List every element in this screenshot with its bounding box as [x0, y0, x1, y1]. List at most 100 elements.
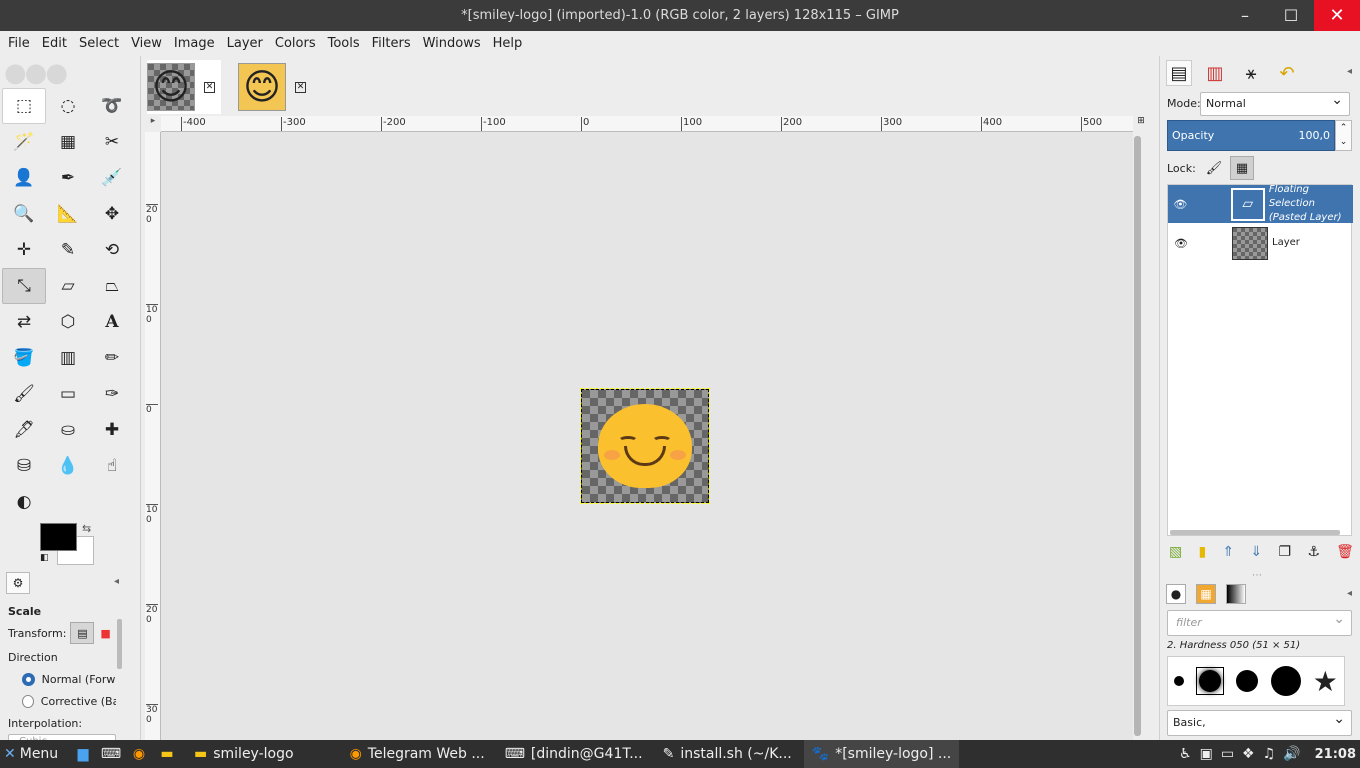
- task-terminal[interactable]: ⌨ [dindin@G41T...: [497, 740, 651, 768]
- layers-tab-icon[interactable]: ▤: [1166, 60, 1192, 86]
- tool-options-scrollbar[interactable]: [117, 619, 122, 669]
- start-menu-button[interactable]: ✕ Menu: [0, 746, 70, 762]
- clock[interactable]: 21:08: [1315, 747, 1356, 762]
- move-icon[interactable]: ✥: [90, 196, 134, 232]
- volume-icon[interactable]: 🔊: [1283, 746, 1300, 762]
- menu-filters[interactable]: Filters: [366, 36, 417, 51]
- transform-selection-icon[interactable]: ■: [100, 627, 110, 640]
- vertical-scrollbar[interactable]: [1134, 136, 1141, 736]
- tab-close-icon[interactable]: ✕: [204, 81, 215, 93]
- menu-layer[interactable]: Layer: [221, 36, 269, 51]
- dropbox-icon[interactable]: ❖: [1242, 746, 1255, 762]
- tab-close-icon[interactable]: ✕: [295, 81, 306, 93]
- visibility-eye-icon[interactable]: 👁: [1170, 237, 1192, 250]
- image-layer[interactable]: [580, 388, 710, 504]
- eraser-icon[interactable]: ▭: [46, 376, 90, 412]
- swap-colors-icon[interactable]: ⇆: [82, 522, 91, 535]
- maximize-button[interactable]: ☐: [1268, 0, 1314, 31]
- blur-icon[interactable]: 💧: [46, 448, 90, 484]
- ellipse-select-icon[interactable]: ◌: [46, 88, 90, 124]
- perspective-clone-icon[interactable]: ⛁: [2, 448, 46, 484]
- opacity-spinner[interactable]: ⌃ ⌄: [1335, 120, 1352, 151]
- anchor-layer-icon[interactable]: ⚓: [1307, 544, 1320, 560]
- vertical-ruler[interactable]: 200 100 0 100 200 300: [145, 132, 161, 740]
- brush-item[interactable]: [1236, 670, 1259, 692]
- terminal-launcher-icon[interactable]: ⌨: [98, 744, 124, 764]
- navigate-icon[interactable]: ⊞: [1133, 116, 1149, 132]
- menu-help[interactable]: Help: [487, 36, 529, 51]
- mode-select[interactable]: Normal: [1200, 89, 1350, 116]
- display-icon[interactable]: ▭: [1221, 746, 1234, 762]
- horizontal-ruler[interactable]: -400 -300 -200 -100 0 100 200 300 400 50…: [161, 116, 1133, 132]
- alignment-icon[interactable]: ✛: [2, 232, 46, 268]
- visibility-eye-icon[interactable]: 👁: [1170, 198, 1191, 211]
- canvas[interactable]: [161, 132, 1133, 740]
- free-select-icon[interactable]: ➰: [90, 88, 134, 124]
- layer-item-layer[interactable]: 👁 Layer: [1168, 224, 1353, 262]
- close-button[interactable]: ✕: [1314, 0, 1360, 31]
- patterns-tab-icon[interactable]: ▦: [1196, 584, 1216, 604]
- select-by-color-icon[interactable]: ▦: [46, 124, 90, 160]
- minimize-button[interactable]: –: [1222, 0, 1268, 31]
- crop-icon[interactable]: ✎: [46, 232, 90, 268]
- brush-filter-input[interactable]: filter: [1167, 607, 1352, 636]
- paths-icon[interactable]: ✒: [46, 160, 90, 196]
- lower-layer-icon[interactable]: ⇓: [1250, 544, 1262, 560]
- measure-icon[interactable]: 📐: [46, 196, 90, 232]
- lock-alpha-icon[interactable]: ▦: [1230, 156, 1254, 180]
- show-desktop-icon[interactable]: ▆: [70, 744, 96, 764]
- foreground-select-icon[interactable]: 👤: [2, 160, 46, 196]
- image-tab-active[interactable]: 😊 ✕: [147, 60, 221, 114]
- rect-select-icon[interactable]: ⬚: [2, 88, 46, 124]
- bucket-fill-icon[interactable]: 🪣: [2, 340, 46, 376]
- tool-options-tab-icon[interactable]: ⚙: [6, 572, 30, 594]
- panel-menu-icon[interactable]: ◂: [114, 576, 119, 587]
- smudge-icon[interactable]: ☝: [90, 448, 134, 484]
- image-tab[interactable]: 😊 ✕: [238, 60, 306, 114]
- delete-layer-icon[interactable]: 🗑: [1336, 544, 1354, 560]
- perspective-icon[interactable]: ⏢: [90, 268, 134, 304]
- color-picker-icon[interactable]: 💉: [90, 160, 134, 196]
- layers-hscrollbar[interactable]: [1170, 530, 1340, 535]
- dock-menu-icon[interactable]: ◂: [1347, 66, 1352, 77]
- gradient-icon[interactable]: ▥: [46, 340, 90, 376]
- new-layer-icon[interactable]: ▧: [1169, 544, 1182, 560]
- network-icon[interactable]: ▣: [1200, 746, 1213, 762]
- quick-mask-icon[interactable]: ▸: [145, 116, 161, 132]
- brush-item[interactable]: [1270, 666, 1301, 696]
- lock-pixels-icon[interactable]: 🖌: [1202, 156, 1226, 180]
- gradients-tab-icon[interactable]: [1226, 584, 1246, 604]
- zoom-icon[interactable]: 🔍: [2, 196, 46, 232]
- task-gimp[interactable]: 🐾 *[smiley-logo] ...: [803, 740, 960, 768]
- ink-icon[interactable]: 🖋: [2, 412, 46, 448]
- undo-history-tab-icon[interactable]: ↶: [1274, 60, 1300, 86]
- flip-icon[interactable]: ⇄: [2, 304, 46, 340]
- layer-item-floating-selection[interactable]: 👁 ▱ Floating Selection (Pasted Layer): [1168, 184, 1353, 223]
- star-brush-icon[interactable]: ★: [1313, 665, 1338, 698]
- shear-icon[interactable]: ▱: [46, 268, 90, 304]
- direction-normal-radio[interactable]: [22, 672, 35, 686]
- brushes-tab-icon[interactable]: ●: [1166, 584, 1186, 604]
- heal-icon[interactable]: ✚: [90, 412, 134, 448]
- new-layer-group-icon[interactable]: ▮: [1199, 544, 1207, 560]
- accessibility-icon[interactable]: ♿: [1179, 746, 1192, 762]
- menu-file[interactable]: File: [2, 36, 36, 51]
- files-launcher-icon[interactable]: ▬: [154, 744, 180, 764]
- brush-item[interactable]: [1174, 676, 1185, 686]
- opacity-slider[interactable]: Opacity 100,0: [1167, 120, 1335, 151]
- foreground-color-swatch[interactable]: [40, 523, 77, 551]
- paintbrush-icon[interactable]: 🖌: [2, 376, 46, 412]
- unified-transform-icon[interactable]: ⟲: [90, 232, 134, 268]
- task-editor[interactable]: ✎ install.sh (~/K...: [655, 740, 800, 768]
- scale-icon[interactable]: ⤡: [2, 268, 46, 304]
- channels-tab-icon[interactable]: ▥: [1202, 60, 1228, 86]
- direction-corrective-radio[interactable]: [22, 694, 34, 708]
- menu-view[interactable]: View: [125, 36, 168, 51]
- airbrush-icon[interactable]: ✑: [90, 376, 134, 412]
- paths-tab-icon[interactable]: ⚹: [1238, 60, 1264, 86]
- scissors-select-icon[interactable]: ✂: [90, 124, 134, 160]
- menu-select[interactable]: Select: [73, 36, 125, 51]
- reset-colors-icon[interactable]: ◧: [40, 553, 52, 563]
- transform-layer-icon[interactable]: ▤: [70, 622, 95, 644]
- menu-edit[interactable]: Edit: [36, 36, 73, 51]
